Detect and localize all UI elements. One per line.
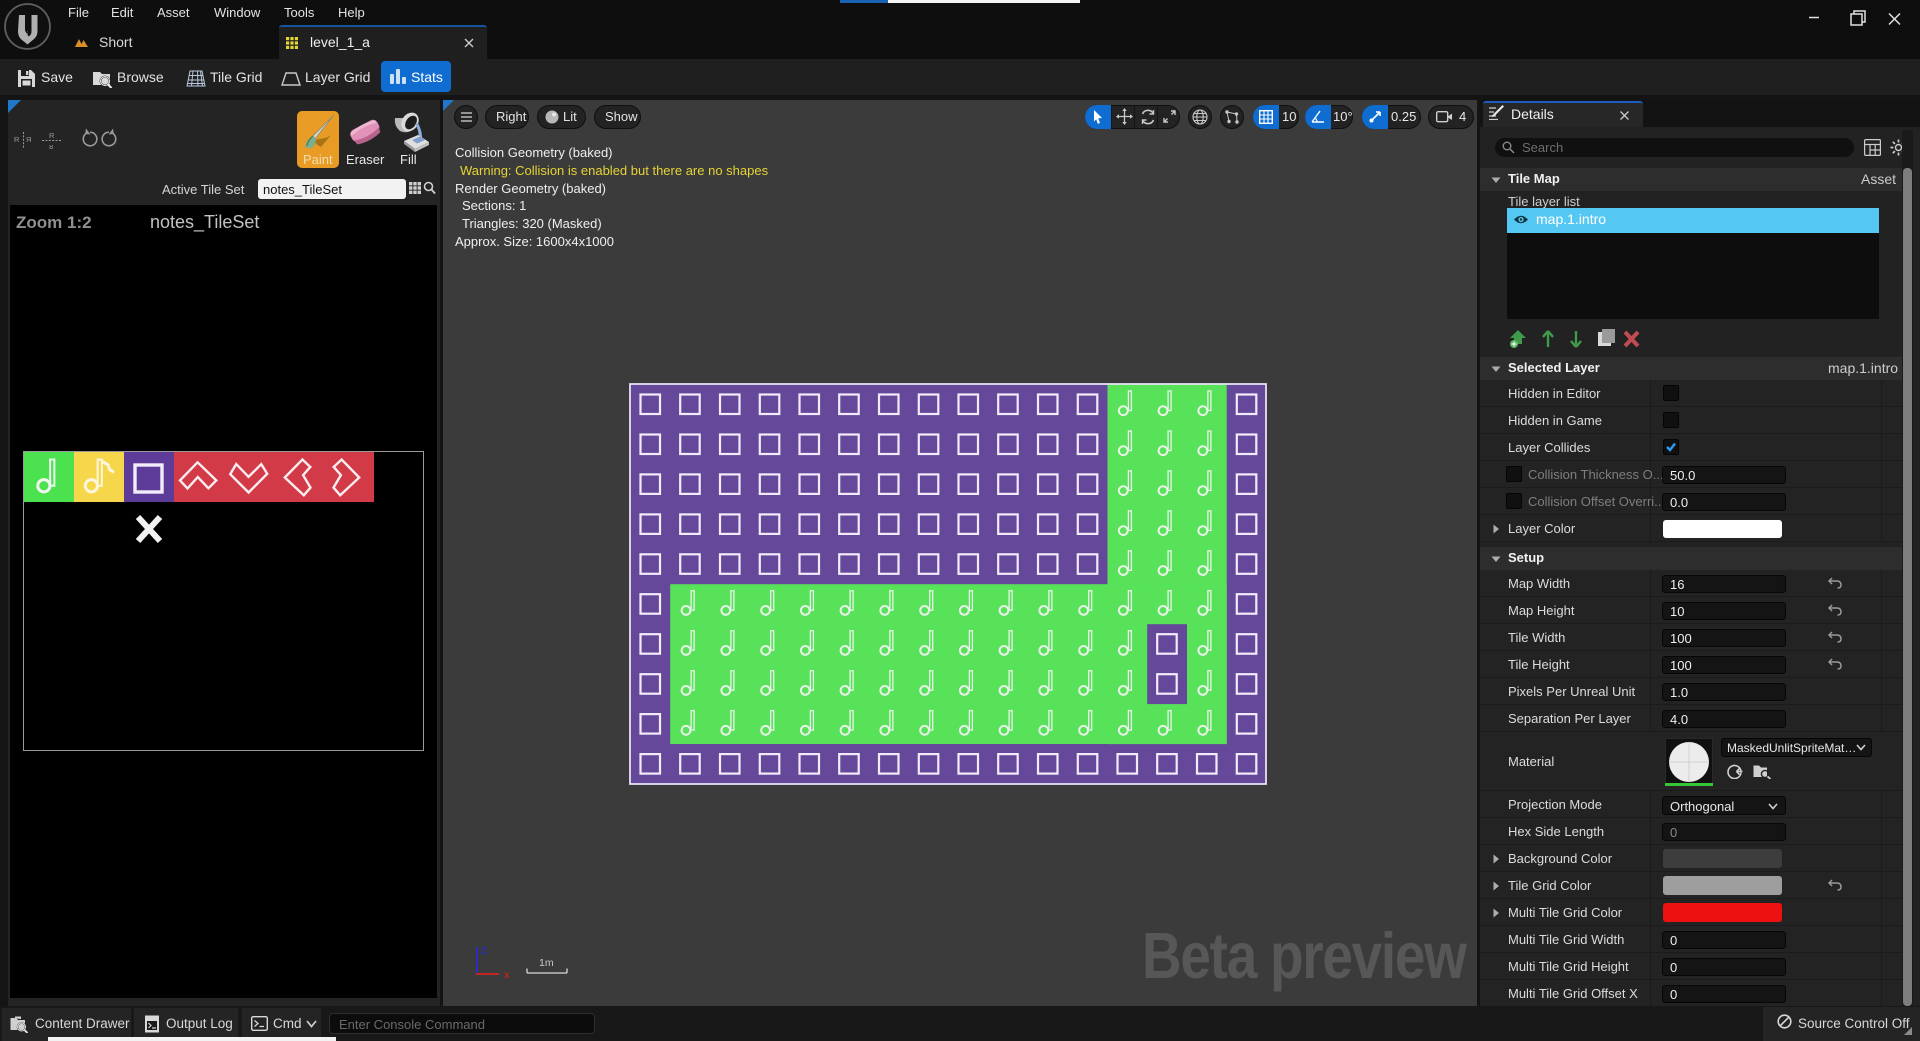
svg-text:Z: Z (481, 946, 487, 957)
svg-text:x: x (504, 970, 510, 981)
svg-text:R: R (14, 135, 20, 144)
svg-text:1m: 1m (539, 957, 554, 969)
svg-text:R: R (49, 131, 55, 140)
svg-text:ᴚ: ᴚ (49, 142, 53, 150)
svg-text:Я: Я (26, 135, 31, 144)
